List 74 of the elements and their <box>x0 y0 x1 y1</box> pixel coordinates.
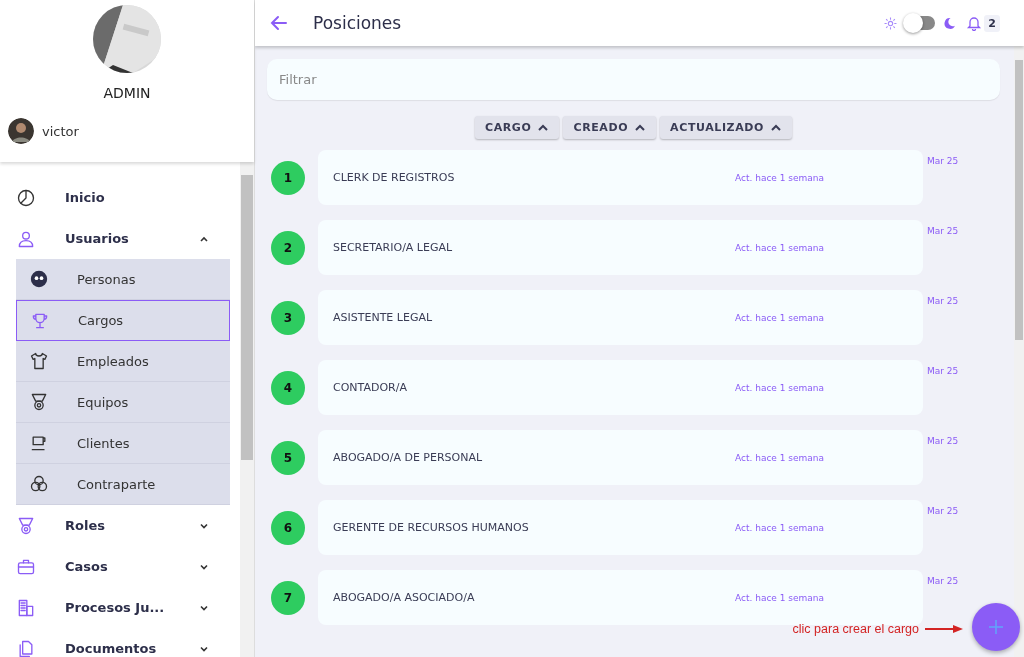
updated-label: Act. hace 1 semana <box>735 172 825 183</box>
updated-label: Act. hace 1 semana <box>735 242 825 253</box>
index-badge: 2 <box>271 230 305 265</box>
index-badge: 1 <box>271 160 305 195</box>
shirt-icon <box>29 351 49 371</box>
moon-icon <box>943 16 957 30</box>
plus-icon <box>987 618 1005 636</box>
position-name: ABOGADO/A DE PERSONAL <box>333 451 484 464</box>
submenu-item[interactable]: Cargos <box>16 300 230 341</box>
updated-label: Act. hace 1 semana <box>735 522 825 533</box>
position-name: SECRETARIO/A LEGAL <box>333 241 454 254</box>
position-name: ASISTENTE LEGAL <box>333 311 434 324</box>
updated-label: Act. hace 1 semana <box>735 452 825 463</box>
date-label: Mar 25 <box>927 366 959 376</box>
sort-button[interactable]: CREADO <box>563 116 657 139</box>
annotation-text: clic para crear el cargo <box>792 622 919 636</box>
index-badge: 4 <box>271 370 305 405</box>
group-icon <box>29 269 49 289</box>
date-label: Mar 25 <box>927 576 959 586</box>
date-label: Mar 25 <box>927 506 959 516</box>
nav-item[interactable]: Inicio <box>0 177 240 218</box>
position-card[interactable]: SECRETARIO/A LEGAL Act. hace 1 semana <box>318 220 923 275</box>
sort-button[interactable]: ACTUALIZADO <box>660 116 792 139</box>
add-button[interactable] <box>972 603 1020 651</box>
submenu-item[interactable]: Empleados <box>16 341 230 382</box>
theme-toggle[interactable] <box>905 16 936 30</box>
nav-item[interactable]: Documentos <box>0 628 240 657</box>
updated-label: Act. hace 1 semana <box>735 312 825 323</box>
medal-icon <box>29 392 49 412</box>
index-badge: 7 <box>271 580 305 615</box>
back-button[interactable] <box>269 13 289 33</box>
date-label: Mar 25 <box>927 156 959 166</box>
nav-item[interactable]: Usuarios <box>0 218 240 259</box>
position-name: CONTADOR/A <box>333 381 408 394</box>
date-label: Mar 25 <box>927 436 959 446</box>
medal-icon <box>16 515 36 536</box>
sun-icon <box>884 16 898 30</box>
position-card[interactable]: GERENTE DE RECURSOS HUMANOS Act. hace 1 semana <box>318 500 923 555</box>
position-name: ABOGADO/A ASOCIADO/A <box>333 591 476 604</box>
circles-icon <box>29 474 49 494</box>
scrollbar[interactable] <box>1014 46 1024 657</box>
position-card[interactable]: ABOGADO/A ASOCIADO/A Act. hace 1 semana <box>318 570 923 625</box>
position-card[interactable]: ASISTENTE LEGAL Act. hace 1 semana <box>318 290 923 345</box>
nav-item[interactable]: Procesos Ju... <box>0 587 240 628</box>
arrow-icon <box>925 624 965 634</box>
user-name: victor <box>42 123 79 139</box>
page-title: Posiciones <box>313 13 403 33</box>
updated-label: Act. hace 1 semana <box>735 592 825 603</box>
position-name: CLERK DE REGISTROS <box>333 171 456 184</box>
scrollbar[interactable] <box>240 162 254 657</box>
submenu-item[interactable]: Clientes <box>16 423 230 464</box>
buildings-icon <box>16 597 36 618</box>
notification-count: 2 <box>984 14 1000 32</box>
submenu-item[interactable]: Personas <box>16 259 230 300</box>
position-card[interactable]: CLERK DE REGISTROS Act. hace 1 semana <box>318 150 923 205</box>
sort-button[interactable]: CARGO <box>475 116 560 139</box>
nav-item[interactable]: Roles <box>0 505 240 546</box>
nav-item[interactable]: Casos <box>0 546 240 587</box>
date-label: Mar 25 <box>927 226 959 236</box>
role-label: ADMIN <box>103 85 151 101</box>
bell-icon[interactable] <box>966 15 983 31</box>
submenu-item[interactable]: Equipos <box>16 382 230 423</box>
index-badge: 6 <box>271 510 305 545</box>
date-label: Mar 25 <box>927 296 959 306</box>
submenu-item[interactable]: Contraparte <box>16 464 230 505</box>
pie-chart-icon <box>16 187 36 208</box>
index-badge: 3 <box>271 300 305 335</box>
avatar <box>8 118 34 144</box>
index-badge: 5 <box>271 440 305 475</box>
position-card[interactable]: ABOGADO/A DE PERSONAL Act. hace 1 semana <box>318 430 923 485</box>
position-name: GERENTE DE RECURSOS HUMANOS <box>333 521 530 534</box>
filter-field[interactable]: Filtrar <box>267 59 1000 100</box>
position-card[interactable]: CONTADOR/A Act. hace 1 semana <box>318 360 923 415</box>
updated-label: Act. hace 1 semana <box>735 382 825 393</box>
